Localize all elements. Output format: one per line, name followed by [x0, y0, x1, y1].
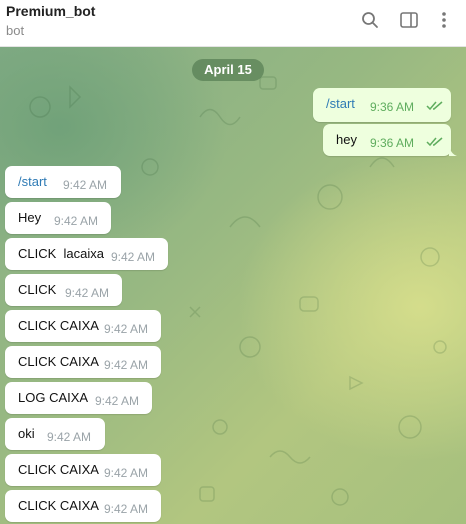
message-time: 9:42 AM: [111, 250, 156, 264]
message-time: 9:42 AM: [54, 214, 99, 228]
message-time: 9:42 AM: [104, 358, 149, 372]
incoming-message[interactable]: CLICK CAIXA 9:42 AM: [5, 310, 161, 342]
chat-area[interactable]: April 15 /start 9:36 AM hey 9:36 AM /sta…: [0, 47, 466, 524]
incoming-message[interactable]: Hey 9:42 AM: [5, 202, 111, 234]
message-text: oki: [18, 426, 35, 441]
message-text: Hey: [18, 210, 42, 225]
outgoing-message[interactable]: hey 9:36 AM: [323, 124, 457, 156]
incoming-message[interactable]: CLICK CAIXA 9:42 AM: [5, 346, 161, 378]
incoming-message[interactable]: oki 9:42 AM: [5, 418, 105, 450]
message-time: 9:36 AM: [370, 100, 415, 114]
more-vertical-icon[interactable]: [433, 9, 455, 31]
incoming-message[interactable]: CLICK CAIXA 9:42 AM: [5, 454, 161, 486]
message-text[interactable]: /start: [18, 174, 47, 189]
chat-header: Premium_bot bot: [0, 0, 466, 47]
chat-title[interactable]: Premium_bot: [6, 3, 95, 19]
incoming-message[interactable]: CLICK lacaixa 9:42 AM: [5, 238, 168, 270]
read-double-check-icon: [426, 137, 443, 147]
chat-subtitle: bot: [6, 23, 25, 38]
message-time: 9:42 AM: [104, 322, 149, 336]
message-text: CLICK: [18, 282, 57, 297]
message-time: 9:42 AM: [47, 430, 92, 444]
message-time: 9:42 AM: [104, 466, 149, 480]
message-text: CLICK CAIXA: [18, 318, 99, 333]
incoming-message[interactable]: LOG CAIXA 9:42 AM: [5, 382, 152, 414]
incoming-message[interactable]: CLICK 9:42 AM: [5, 274, 122, 306]
message-text[interactable]: /start: [326, 96, 355, 111]
bubble-tail: [449, 146, 457, 156]
message-text: CLICK lacaixa: [18, 246, 104, 261]
message-text: CLICK CAIXA: [18, 354, 99, 369]
read-double-check-icon: [426, 101, 443, 111]
date-separator: April 15: [192, 59, 264, 81]
incoming-message[interactable]: CLICK CAIXA 9:42 AM: [5, 490, 161, 522]
message-time: 9:42 AM: [65, 286, 110, 300]
message-text: CLICK CAIXA: [18, 462, 99, 477]
message-text: LOG CAIXA: [18, 390, 89, 405]
outgoing-message[interactable]: /start 9:36 AM: [313, 88, 451, 122]
incoming-message[interactable]: /start 9:42 AM: [5, 166, 121, 198]
message-text: hey: [336, 132, 357, 147]
search-icon[interactable]: [359, 9, 381, 31]
message-time: 9:42 AM: [95, 394, 140, 408]
message-time: 9:42 AM: [104, 502, 149, 516]
message-text: CLICK CAIXA: [18, 498, 99, 513]
message-time: 9:36 AM: [370, 136, 415, 150]
message-time: 9:42 AM: [63, 178, 108, 192]
sidebar-toggle-icon[interactable]: [398, 9, 420, 31]
